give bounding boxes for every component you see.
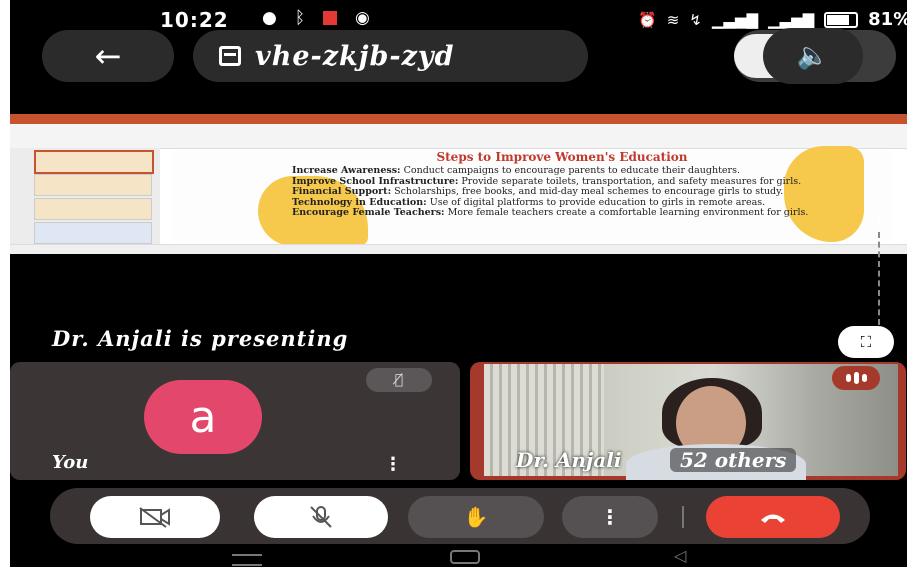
presenter-tile[interactable]: Dr. Anjali 52 others — [470, 362, 906, 480]
slide-thumbnails — [10, 148, 160, 244]
fullscreen-icon: ⛶ — [860, 333, 872, 351]
meeting-code: vhe-zkjb-zyd — [255, 40, 455, 72]
camera-toggle-button[interactable] — [90, 496, 220, 538]
meeting-info-button[interactable]: vhe-zkjb-zyd — [193, 30, 588, 82]
scroll-indicator — [878, 212, 880, 226]
speaker-icon: 🔈 — [796, 41, 830, 71]
slide-bullets: Increase Awareness: Conduct campaigns to… — [292, 165, 832, 219]
self-tile[interactable]: 🎙̸ a You ⋮ — [10, 362, 460, 480]
wifi-icon: ≋ — [666, 10, 680, 29]
battery-icon — [824, 11, 859, 28]
ppt-title-bar — [10, 114, 907, 124]
fullscreen-button[interactable]: ⛶ — [838, 326, 894, 358]
slide-content: Steps to Improve Women's Education Incre… — [292, 150, 832, 242]
presenting-label: Dr. Anjali is presenting — [52, 326, 349, 351]
shared-screen: Steps to Improve Women's Education Incre… — [10, 114, 907, 254]
slide-thumbnail — [34, 150, 154, 174]
participants-count-label: 52 others — [670, 448, 797, 472]
controls-divider — [682, 506, 684, 528]
record-icon — [323, 11, 338, 25]
back-nav-button[interactable]: ◁ — [674, 546, 686, 565]
more-vert-icon: ⋮ — [600, 505, 620, 529]
slide-bullet: Encourage Female Teachers: More female t… — [292, 207, 809, 218]
slide-thumbnail — [34, 174, 152, 196]
camera-off-icon — [139, 507, 170, 528]
back-arrow-icon: ← — [94, 37, 122, 75]
home-button[interactable] — [450, 550, 480, 564]
phone-screen: 10:22 ● ᛒ ◉ ⏰ ≋ ↯ ▁▃▅▇ ▁▃▅▇ 81% ← vhe-zk… — [10, 0, 907, 567]
mic-off-icon — [310, 506, 332, 528]
end-call-icon — [761, 514, 785, 523]
slide-thumbnail — [34, 222, 152, 244]
signal-icon: ▁▃▅▇ — [768, 10, 815, 29]
alarm-icon: ⏰ — [638, 10, 657, 29]
audio-bar — [853, 372, 859, 384]
audio-bar — [845, 374, 851, 382]
raise-hand-icon: ✋ — [463, 505, 489, 529]
signal-icon: ▁▃▅▇ — [711, 10, 758, 29]
self-name-label: You — [52, 452, 89, 473]
slide-title: Steps to Improve Women's Education — [436, 150, 688, 164]
raise-hand-button[interactable]: ✋ — [408, 496, 544, 538]
calendar-icon — [219, 46, 241, 66]
message-icon: ● — [262, 8, 277, 28]
mic-off-icon: 🎙̸ — [394, 372, 404, 388]
self-tile-menu-button[interactable]: ⋮ — [384, 454, 402, 475]
call-controls: ✋ ⋮ — [50, 488, 870, 544]
avatar: a — [144, 380, 262, 454]
presenter-name-label: Dr. Anjali — [516, 448, 622, 472]
ppt-toolbar — [10, 124, 907, 149]
ppt-status-bar — [10, 244, 907, 254]
end-call-button[interactable] — [706, 496, 840, 538]
speaking-indicator[interactable] — [832, 366, 880, 390]
slide-thumbnail — [34, 198, 152, 220]
system-nav-bar: ◁ — [10, 546, 907, 567]
system-icons: ⏰ ≋ ↯ ▁▃▅▇ ▁▃▅▇ 81% — [638, 9, 907, 30]
back-button[interactable]: ← — [42, 30, 174, 82]
audio-bar — [861, 374, 867, 382]
bluetooth-icon: ᛒ — [294, 8, 306, 28]
recents-button[interactable] — [232, 554, 262, 566]
mic-toggle-button[interactable] — [254, 496, 388, 538]
current-slide: Steps to Improve Women's Education Incre… — [172, 146, 892, 246]
mic-off-indicator: 🎙̸ — [366, 368, 432, 392]
whatsapp-icon: ◉ — [355, 8, 370, 28]
volte-icon: ↯ — [689, 10, 702, 29]
battery-percent: 81% — [868, 9, 907, 30]
notification-icons: ● ᛒ ◉ — [262, 8, 370, 28]
clock: 10:22 — [160, 8, 229, 32]
more-options-button[interactable]: ⋮ — [562, 496, 658, 538]
audio-output-button[interactable]: 🔈 — [763, 28, 863, 84]
